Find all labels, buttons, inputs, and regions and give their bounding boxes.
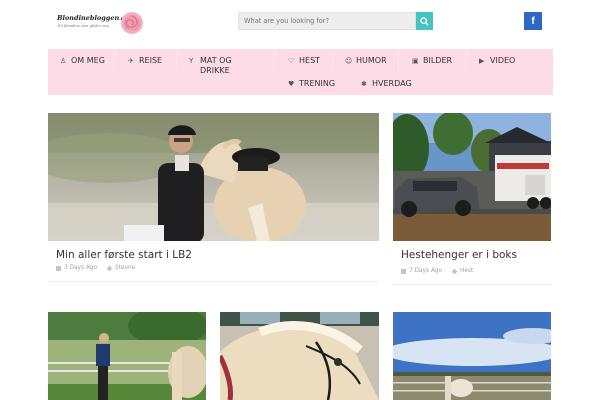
post-date: 7 Days Ago [409,268,443,274]
nav-label: HEST [299,56,321,65]
nav-divider [274,49,275,72]
nav-label: HVERDAG [372,79,412,88]
person-icon: ♙ [60,57,67,65]
logo-tagline: En blondine som gleder seg [58,24,109,28]
paddock-photo [48,312,206,400]
post-thumbnail-paddock[interactable] [48,312,206,400]
search-icon [420,16,429,26]
post-title[interactable]: Min aller første start i LB2 [56,249,192,261]
nav-item-humor[interactable]: ☺ HUMOR [345,56,387,66]
nav-item-om-meg[interactable]: ♙ OM MEG [60,56,110,66]
nav-item-bilder[interactable]: ▣ BILDER [412,56,452,66]
post-thumbnail-horse-head[interactable] [220,312,379,400]
post-title[interactable]: Hestehenger er i boks [401,249,517,261]
post-meta: 3 Days Ago Stevne [56,265,135,271]
airplane-icon: ✈ [128,57,134,65]
facebook-button[interactable]: f [524,12,542,30]
rose-icon [121,12,143,34]
calendar-icon [401,268,406,274]
smile-icon: ☺ [345,57,353,65]
rider-photo [48,113,379,241]
facebook-icon: f [531,15,535,27]
calendar-icon [56,265,61,271]
nav-label: TRENING [299,79,336,88]
trailer-photo [393,113,551,241]
post-thumbnail-trailer[interactable] [393,113,551,241]
post-date: 3 Days Ago [64,265,98,271]
nav-divider [398,49,399,72]
nav-item-reise[interactable]: ✈ REISE [128,56,162,66]
nav-divider [114,49,115,72]
play-icon: ▶ [479,57,485,65]
nav-item-trening[interactable]: ♥ TRENING [288,79,335,89]
search-input[interactable] [238,12,416,30]
nav-label: REISE [139,56,163,65]
image-icon: ▣ [412,57,419,65]
logo-text: Blondinebloggen.no [57,14,127,22]
post-meta: 7 Days Ago Hest [401,268,473,274]
post-thumbnail-rider[interactable] [48,113,379,241]
heart-outline-icon: ♡ [288,57,295,65]
card-divider [48,281,379,282]
nav-item-mat-og-drikke[interactable]: Y MAT OG DRIKKE [189,56,269,76]
nav-label: BILDER [423,56,453,65]
nav-label: MAT OG DRIKKE [200,56,232,75]
nav-divider [176,49,177,72]
post-tag[interactable]: Stevne [115,265,135,271]
card-divider [393,284,551,285]
nav-label: OM MEG [71,56,105,65]
heart-icon: ♥ [288,80,295,88]
site-logo[interactable]: Blondinebloggen.no En blondine som glede… [57,10,152,40]
main-nav: ♙ OM MEG ✈ REISE Y MAT OG DRIKKE ♡ HEST ☺ HUM… [48,49,553,95]
nav-item-video[interactable]: ▶ VIDEO [479,56,515,66]
page: Blondinebloggen.no En blondine som glede… [0,0,600,400]
nav-label: VIDEO [490,56,516,65]
horse-head-photo [220,312,379,400]
nav-label: HUMOR [356,56,387,65]
nav-divider [466,49,467,72]
nav-item-hest[interactable]: ♡ HEST [288,56,320,66]
asterisk-icon: ✱ [361,80,367,88]
post-tag[interactable]: Hest [460,268,473,274]
nav-item-hverdag[interactable]: ✱ HVERDAG [361,79,412,89]
nav-divider [332,49,333,72]
glass-icon: Y [189,57,194,65]
search-button[interactable] [416,12,433,30]
tag-icon [451,268,458,274]
field-photo [393,312,551,400]
tag-icon [106,265,113,271]
post-thumbnail-field[interactable] [393,312,551,400]
